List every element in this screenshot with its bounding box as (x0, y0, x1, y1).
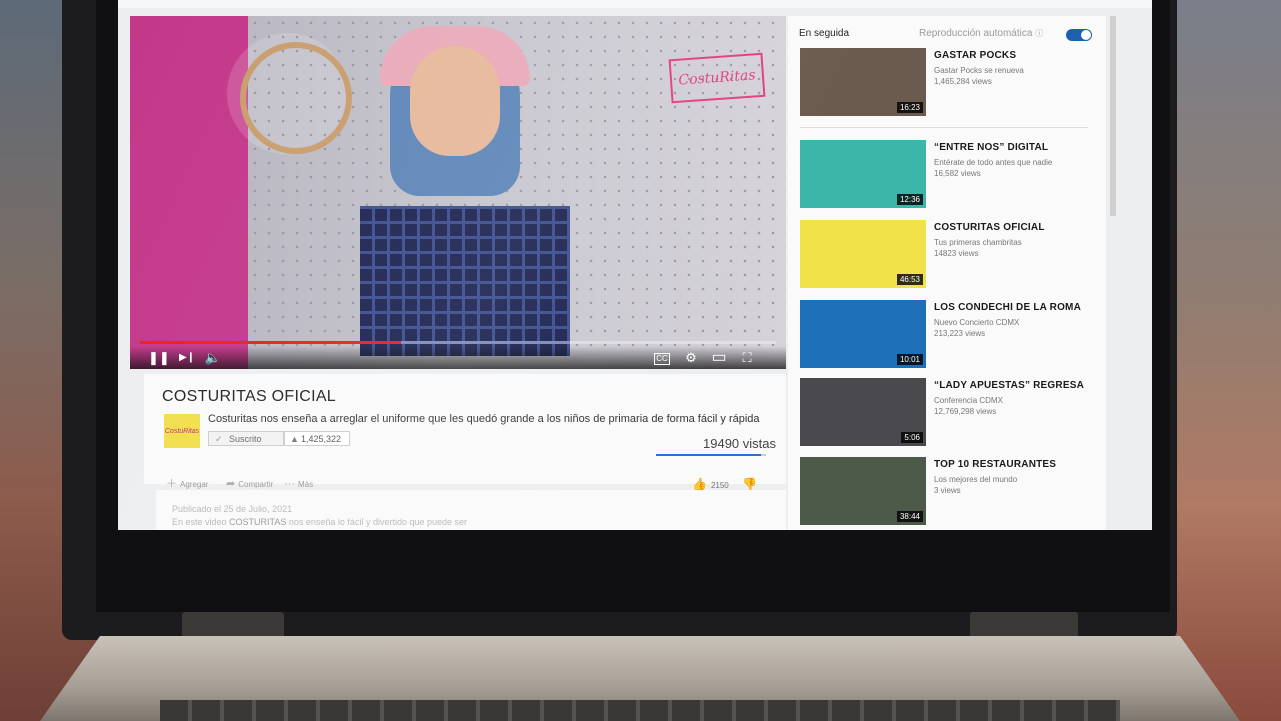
up-next-title[interactable]: GASTAR POCKS (934, 50, 1016, 61)
video-player[interactable]: CostuRitas ❚❚ ▶❙ 🔈 CC ⚙ ▭ ⛶ (130, 16, 786, 369)
up-next-sidebar: En seguida Reproducción automática ⓘ 16:… (788, 16, 1106, 530)
progress-bar[interactable] (140, 341, 776, 344)
up-next-channel: Nuevo Concierto CDMX (934, 318, 1020, 327)
autoplay-label: Reproducción automática ⓘ (919, 28, 1043, 39)
up-next-heading: En seguida (799, 28, 850, 39)
like-ratio-bar (656, 454, 766, 456)
fullscreen-icon[interactable]: ⛶ (738, 349, 756, 367)
up-next-title[interactable]: COSTURITAS OFICIAL (934, 222, 1045, 233)
video-description: Costuritas nos enseña a arreglar el unif… (208, 413, 760, 425)
up-next-thumbnail[interactable]: 46:53 (800, 220, 926, 288)
subscriber-count: ▲ 1,425,322 (284, 431, 350, 446)
more-icon: ··· (284, 478, 295, 490)
presenter (340, 26, 580, 356)
duration-badge: 16:23 (896, 102, 923, 113)
up-next-item[interactable]: 10:01 LOS CONDECHI DE LA ROMA Nuevo Concie… (800, 300, 1100, 370)
published-description: En este video COSTURITAS nos enseña lo f… (172, 517, 467, 527)
thumbs-down-icon: 👎 (742, 477, 757, 491)
info-icon: ⓘ (1035, 29, 1044, 38)
pause-icon[interactable]: ❚❚ (148, 349, 170, 367)
up-next-channel: Entérate de todo antes que nadie (934, 158, 1053, 167)
next-icon[interactable]: ▶❙ (178, 349, 196, 367)
bell-icon[interactable]: ▲ (290, 432, 299, 447)
duration-badge: 38:44 (896, 511, 923, 522)
published-date: Publicado el 25 de Julio, 2021 (172, 504, 293, 514)
up-next-channel: Los mejores del mundo (934, 475, 1018, 484)
up-next-channel: Gastar Pocks se renueva (934, 66, 1024, 75)
up-next-views: 16,582 views (934, 169, 981, 178)
duration-badge: 12:36 (896, 194, 923, 205)
up-next-thumbnail[interactable]: 10:01 (800, 300, 926, 368)
view-count: 19490 vistas (703, 436, 776, 451)
up-next-title[interactable]: LOS CONDECHI DE LA ROMA (934, 302, 1081, 313)
settings-icon[interactable]: ⚙ (682, 349, 700, 367)
channel-avatar[interactable]: CostuRitas (164, 414, 200, 448)
share-icon: ➦ (226, 478, 236, 490)
add-label: Agregar (180, 480, 209, 489)
up-next-views: 12,769,298 views (934, 407, 997, 416)
volume-icon[interactable]: 🔈 (204, 349, 222, 367)
subscriber-count-value: 1,425,322 (301, 434, 342, 444)
autoplay-text: Reproducción automática (919, 28, 1033, 39)
player-controls: ❚❚ ▶❙ 🔈 CC ⚙ ▭ ⛶ (130, 346, 786, 369)
more-label: Más (298, 480, 314, 489)
channel-logo-watermark: CostuRitas (668, 52, 766, 104)
up-next-title[interactable]: “LADY APUESTAS” REGRESA (934, 380, 1084, 391)
up-next-item[interactable]: 5:06 “LADY APUESTAS” REGRESA Conferencia C… (800, 378, 1100, 448)
browser-topbar (118, 0, 1152, 8)
up-next-views: 213,223 views (934, 329, 986, 338)
embroidery-hoop (240, 42, 352, 154)
sidebar-scrollbar[interactable] (1110, 16, 1116, 216)
up-next-thumbnail[interactable]: 12:36 (800, 140, 926, 208)
presenter-face (410, 46, 500, 156)
published-desc-suffix: nos enseña lo fácil y divertido que pued… (286, 517, 468, 527)
like-count: 2150 (710, 481, 729, 490)
duration-badge: 46:53 (896, 274, 923, 285)
share-label: Compartir (238, 480, 274, 489)
up-next-item[interactable]: 16:23 GASTAR POCKS Gastar Pocks se renueva… (800, 48, 1100, 118)
progress-fill (140, 341, 401, 344)
up-next-title[interactable]: “ENTRE NOS” DIGITAL (934, 142, 1048, 153)
thumbs-up-icon: 👍 (692, 477, 707, 491)
published-desc-prefix: En este video (172, 517, 230, 527)
video-info: COSTURITAS OFICIAL CostuRitas Costuritas… (144, 374, 786, 484)
theater-mode-icon[interactable]: ▭ (710, 349, 728, 367)
like-ratio-fill (656, 454, 761, 456)
up-next-thumbnail[interactable]: 16:23 (800, 48, 926, 116)
check-icon: ✓ (215, 434, 223, 444)
video-title: COSTURITAS OFICIAL (162, 388, 337, 405)
up-next-views: 3 views (934, 486, 961, 495)
published-section: Publicado el 25 de Julio, 2021 En este v… (156, 490, 786, 530)
up-next-thumbnail[interactable]: 5:06 (800, 378, 926, 446)
up-next-thumbnail[interactable]: 38:44 (800, 457, 926, 525)
sidebar-divider (800, 127, 1088, 128)
keyboard (160, 700, 1120, 721)
duration-badge: 10:01 (896, 354, 923, 365)
up-next-views: 14823 views (934, 249, 979, 258)
up-next-item[interactable]: 12:36 “ENTRE NOS” DIGITAL Entérate de todo… (800, 140, 1100, 210)
published-desc-highlight: COSTURITAS (229, 517, 287, 527)
background-right (1171, 0, 1281, 721)
plus-icon: ＋ (166, 478, 177, 490)
up-next-item[interactable]: 46:53 COSTURITAS OFICIAL Tus primeras cham… (800, 220, 1100, 290)
up-next-title[interactable]: TOP 10 RESTAURANTES (934, 459, 1056, 470)
autoplay-toggle[interactable] (1066, 29, 1092, 41)
plaid-skirt (360, 206, 570, 356)
duration-badge: 5:06 (901, 432, 923, 443)
up-next-channel: Tus primeras chambritas (934, 238, 1022, 247)
up-next-views: 1,465,284 views (934, 77, 992, 86)
captions-icon[interactable]: CC (654, 353, 670, 365)
up-next-channel: Conferencia CDMX (934, 396, 1003, 405)
screen: CostuRitas ❚❚ ▶❙ 🔈 CC ⚙ ▭ ⛶ COSTURITAS O… (118, 0, 1152, 530)
up-next-item[interactable]: 38:44 TOP 10 RESTAURANTES Los mejores del … (800, 457, 1100, 527)
subscribe-button[interactable]: ✓ Suscrito (208, 431, 284, 446)
subscribe-label: Suscrito (229, 434, 262, 444)
